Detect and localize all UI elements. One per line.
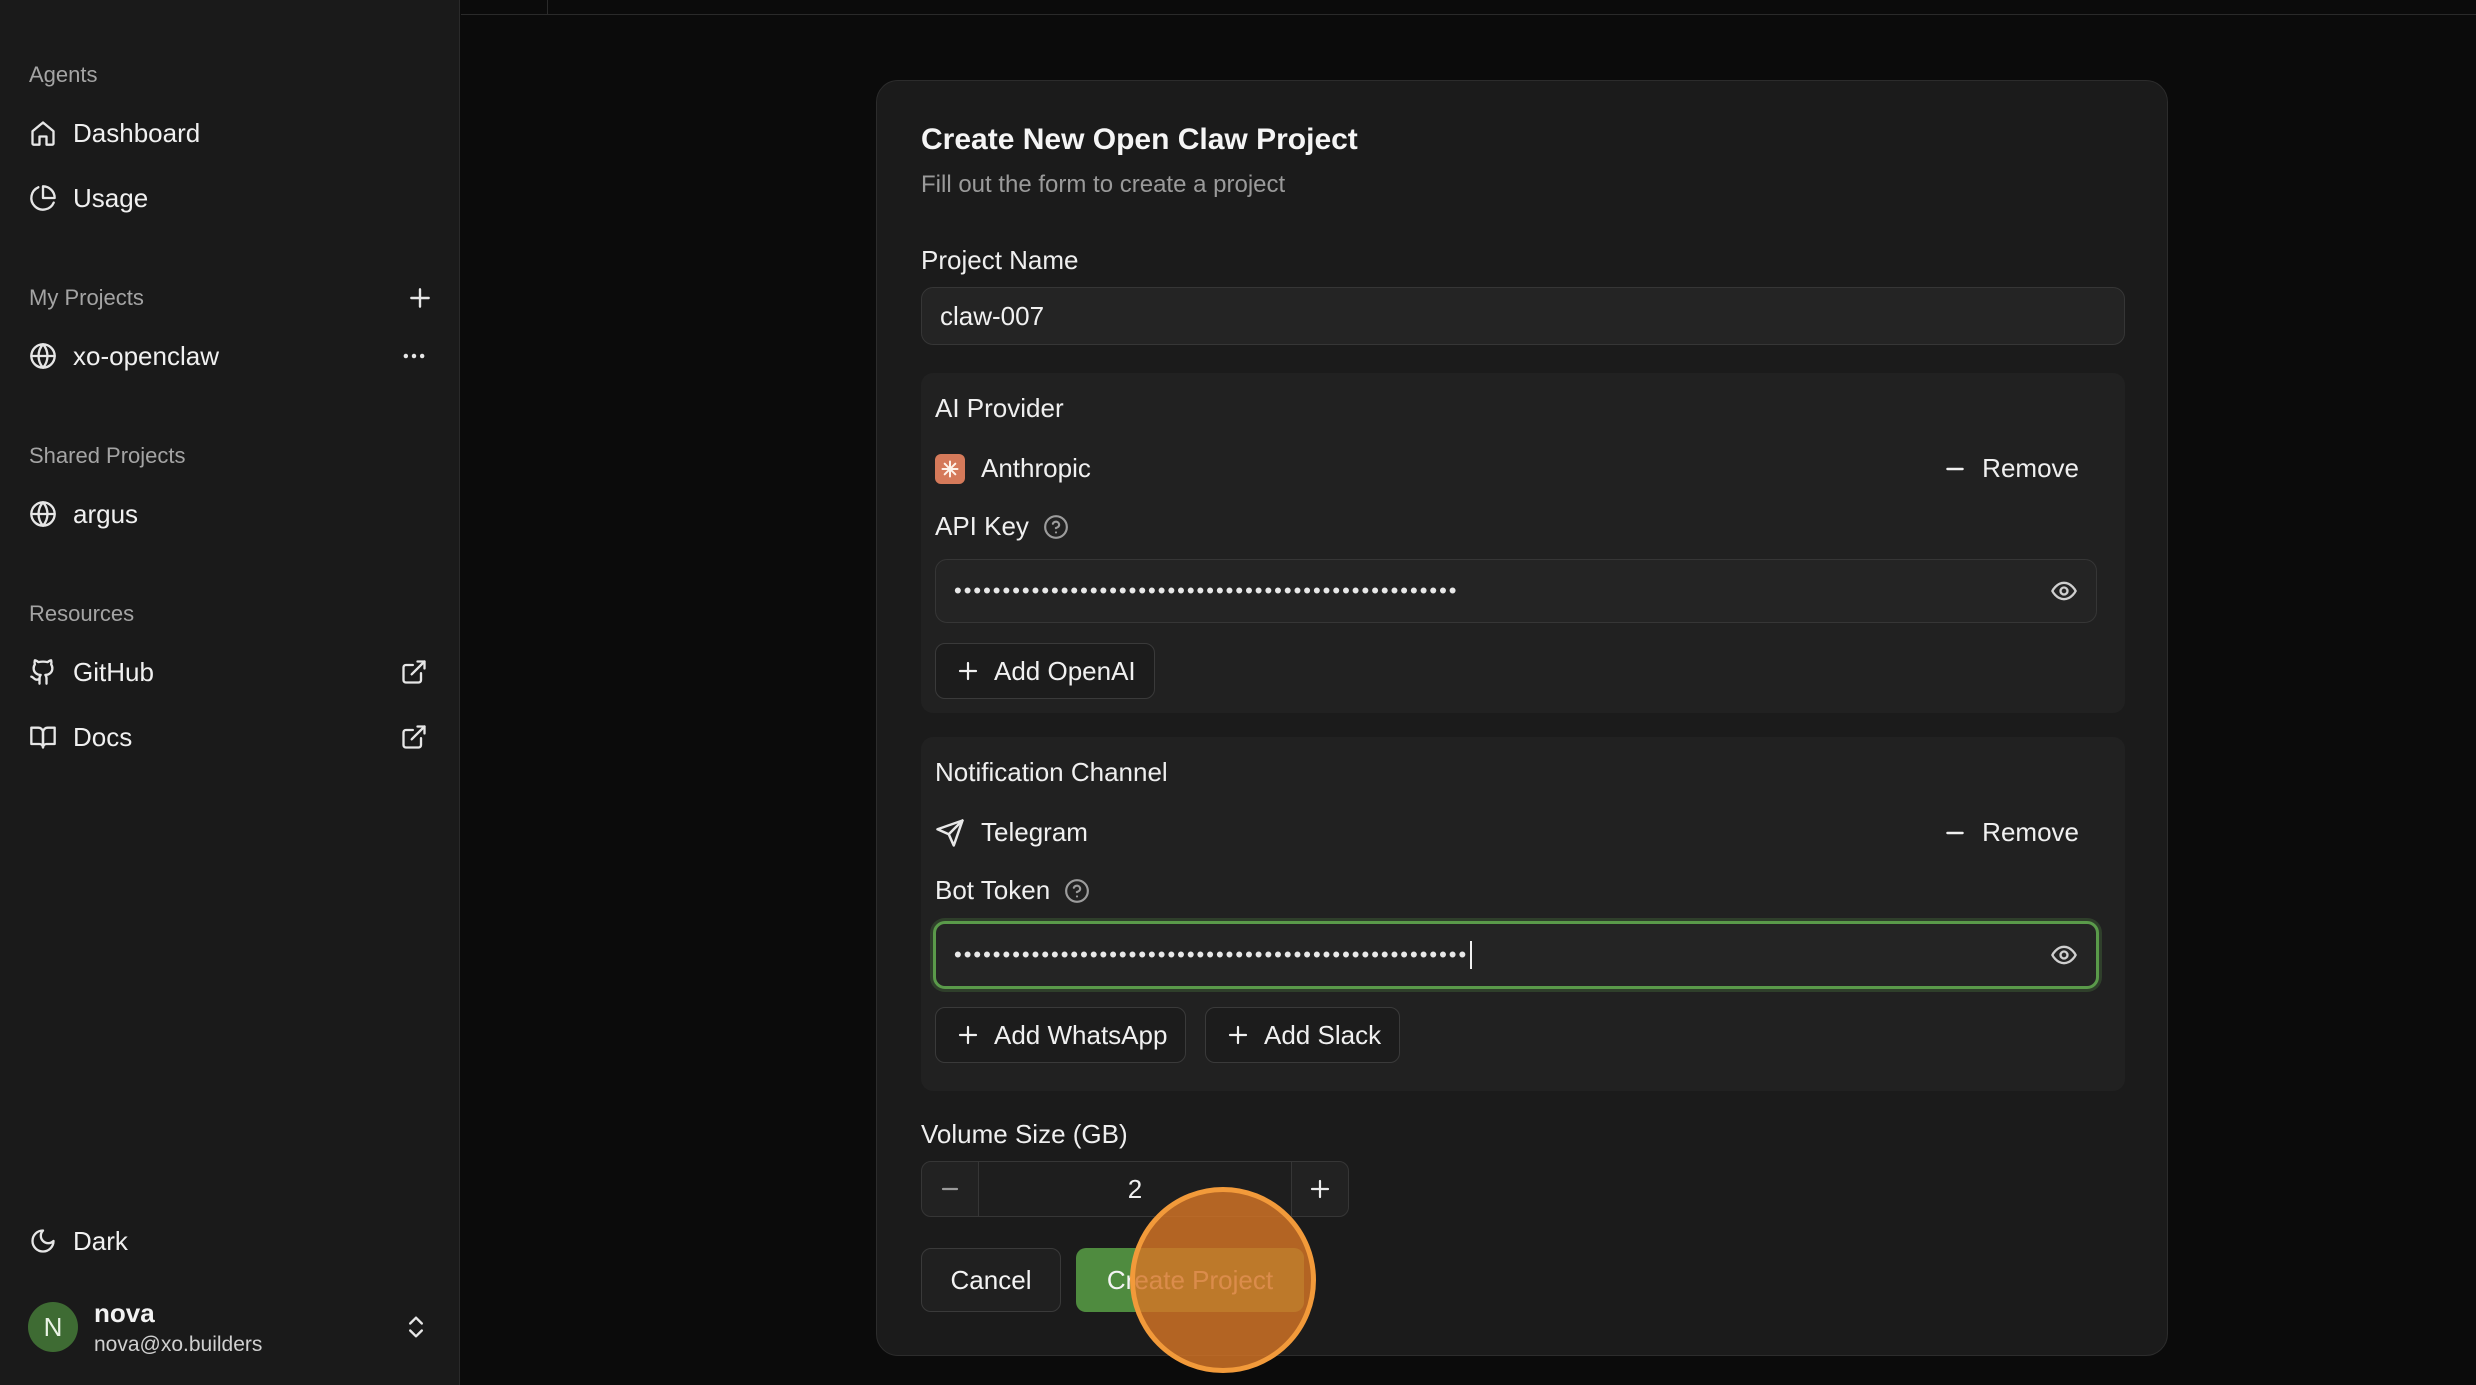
ai-provider-label: AI Provider (935, 393, 1064, 423)
channel-name: Telegram (981, 817, 1088, 847)
channel-row: Telegram (935, 817, 1088, 848)
help-circle-icon[interactable] (1043, 514, 1069, 540)
form-title: Create New Open Claw Project (921, 123, 1358, 156)
section-label-my-projects: My Projects (29, 285, 144, 310)
globe-icon (29, 342, 57, 370)
more-horizontal-icon[interactable] (400, 342, 428, 370)
top-divider (461, 14, 2476, 15)
anthropic-logo-icon (935, 453, 965, 484)
theme-label: Dark (73, 1225, 128, 1256)
minus-icon (1946, 467, 1964, 470)
user-name: nova (94, 1297, 155, 1328)
notification-channel-section: Notification Channel Telegram Remove Bot… (921, 737, 2125, 1091)
book-icon (29, 723, 57, 751)
volume-size-label: Volume Size (GB) (921, 1119, 1128, 1149)
cancel-button[interactable]: Cancel (921, 1248, 1061, 1312)
sidebar-item-usage[interactable]: Usage (14, 172, 444, 224)
bot-token-value: ••••••••••••••••••••••••••••••••••••••••… (954, 942, 1469, 967)
user-email: nova@xo.builders (94, 1332, 263, 1356)
add-whatsapp-label: Add WhatsApp (994, 1019, 1168, 1050)
provider-row: Anthropic (935, 453, 1091, 484)
create-project-button[interactable]: Create Project (1076, 1248, 1304, 1312)
add-slack-button[interactable]: Add Slack (1205, 1007, 1401, 1063)
text-caret (1470, 941, 1473, 969)
sidebar-item-label: Usage (73, 182, 149, 213)
project-name-label: Project Name (921, 245, 1079, 275)
form-subtitle: Fill out the form to create a project (921, 171, 1286, 198)
plus-icon (1228, 1025, 1248, 1045)
sidebar-item-docs[interactable]: Docs (14, 711, 444, 763)
add-openai-button[interactable]: Add OpenAI (935, 643, 1155, 699)
decrement-button[interactable] (922, 1162, 978, 1216)
api-key-label-row: API Key (935, 511, 1069, 542)
sidebar-item-label: Docs (73, 721, 133, 752)
eye-icon[interactable] (2050, 941, 2078, 969)
api-key-label: API Key (935, 511, 1029, 541)
section-label-resources: Resources (29, 601, 135, 626)
provider-name: Anthropic (981, 453, 1091, 483)
moon-icon (29, 1227, 57, 1255)
remove-label: Remove (1982, 817, 2079, 847)
minus-icon (941, 1187, 959, 1191)
sidebar-item-xo-openclaw[interactable]: xo-openclaw (14, 330, 444, 382)
ai-provider-section: AI Provider Anthropic Remove API Key •••… (921, 373, 2125, 713)
sidebar-item-label: xo-openclaw (73, 340, 219, 371)
eye-icon[interactable] (2050, 577, 2078, 605)
notification-channel-label: Notification Channel (935, 757, 1168, 787)
volume-size-input[interactable]: 2 (978, 1162, 1292, 1216)
bot-token-label-row: Bot Token (935, 875, 1090, 906)
project-name-input[interactable]: claw-007 (921, 287, 2125, 345)
sidebar-item-label: argus (73, 498, 139, 529)
add-project-button[interactable] (404, 282, 436, 314)
create-project-card: Create New Open Claw Project Fill out th… (876, 80, 2168, 1356)
plus-icon (1310, 1179, 1330, 1199)
sidebar-item-label: GitHub (73, 656, 154, 687)
plus-icon (958, 1025, 978, 1045)
bot-token-input[interactable]: ••••••••••••••••••••••••••••••••••••••••… (933, 921, 2099, 989)
section-label-shared-projects: Shared Projects (29, 443, 186, 468)
minus-icon (1946, 831, 1964, 834)
project-name-value: claw-007 (940, 300, 1045, 331)
help-circle-icon[interactable] (1064, 878, 1090, 904)
api-key-value: ••••••••••••••••••••••••••••••••••••••••… (954, 578, 1459, 603)
user-menu[interactable]: N nova nova@xo.builders (14, 1296, 444, 1358)
increment-button[interactable] (1292, 1162, 1348, 1216)
section-label-agents: Agents (29, 62, 98, 87)
add-slack-label: Add Slack (1264, 1019, 1382, 1050)
api-key-input[interactable]: ••••••••••••••••••••••••••••••••••••••••… (935, 559, 2097, 623)
send-icon (935, 818, 965, 848)
add-whatsapp-button[interactable]: Add WhatsApp (935, 1007, 1187, 1063)
external-link-icon (400, 723, 428, 751)
remove-channel-button[interactable]: Remove (1942, 817, 2079, 848)
remove-provider-button[interactable]: Remove (1942, 453, 2079, 484)
external-link-icon (400, 658, 428, 686)
remove-label: Remove (1982, 453, 2079, 483)
top-separator (547, 0, 548, 14)
globe-icon (29, 500, 57, 528)
avatar: N (28, 1302, 78, 1352)
plus-icon (958, 661, 978, 681)
volume-size-stepper: 2 (921, 1161, 1349, 1217)
bot-token-label: Bot Token (935, 875, 1051, 905)
pie-chart-icon (29, 184, 57, 212)
sidebar: Agents Dashboard Usage My Projects xo-op… (0, 0, 460, 1385)
sidebar-item-dashboard[interactable]: Dashboard (14, 107, 444, 159)
add-openai-label: Add OpenAI (994, 655, 1136, 686)
chevrons-up-down-icon (402, 1313, 430, 1341)
plus-icon (410, 288, 430, 308)
theme-toggle[interactable]: Dark (14, 1215, 444, 1267)
home-icon (29, 119, 57, 147)
sidebar-item-argus[interactable]: argus (14, 488, 444, 540)
sidebar-item-github[interactable]: GitHub (14, 646, 444, 698)
sidebar-item-label: Dashboard (73, 117, 201, 148)
github-icon (29, 658, 57, 686)
